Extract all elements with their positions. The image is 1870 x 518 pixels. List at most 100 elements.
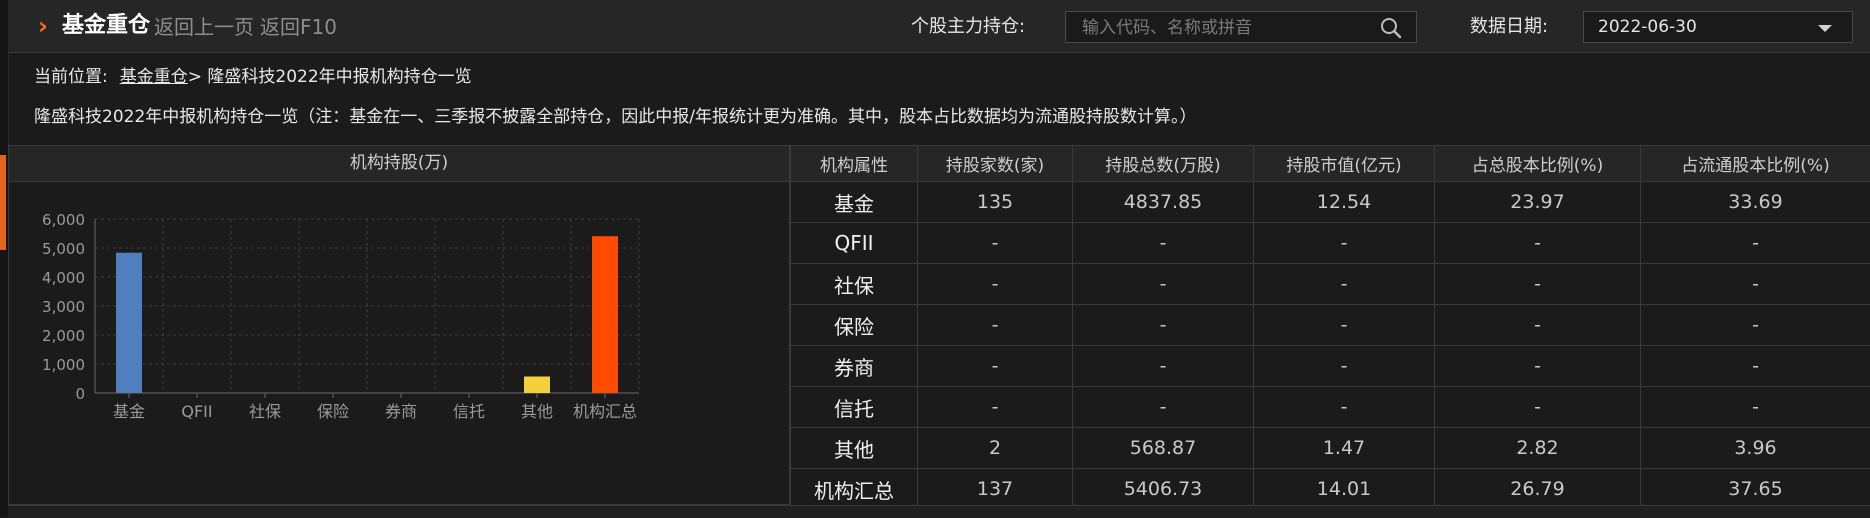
stock-search-box[interactable] bbox=[1065, 11, 1417, 43]
page-note: 隆盛科技2022年中报机构持仓一览（注：基金在一、三季报不披露全部持仓，因此中报… bbox=[34, 107, 1197, 127]
table-cell: 2.82 bbox=[1435, 428, 1641, 469]
table-cell: - bbox=[1254, 387, 1435, 428]
table-cell: 26.79 bbox=[1435, 469, 1641, 510]
chart-panel-title: 机构持股(万) bbox=[9, 146, 789, 182]
y-tick-label: 5,000 bbox=[42, 240, 85, 258]
column-header: 占流通股本比例(%) bbox=[1641, 146, 1870, 182]
search-icon[interactable] bbox=[1380, 17, 1402, 39]
breadcrumb-link-fund[interactable]: 基金重仓 bbox=[120, 67, 188, 87]
search-input[interactable] bbox=[1066, 12, 1384, 44]
table-cell: - bbox=[1641, 346, 1870, 387]
table-cell: - bbox=[1435, 223, 1641, 264]
table-cell: - bbox=[1073, 264, 1254, 305]
bar bbox=[592, 236, 618, 393]
y-tick-label: 0 bbox=[75, 385, 85, 403]
row-label: 其他 bbox=[791, 428, 918, 469]
row-label: 机构汇总 bbox=[791, 469, 918, 510]
table-cell: - bbox=[1254, 346, 1435, 387]
table-row: 保险 - - - - - bbox=[791, 305, 1870, 346]
table-cell: 137 bbox=[918, 469, 1073, 510]
table-cell: 23.97 bbox=[1435, 182, 1641, 223]
table-cell: - bbox=[1641, 305, 1870, 346]
row-label: QFII bbox=[791, 223, 918, 264]
row-label: 保险 bbox=[791, 305, 918, 346]
date-select[interactable]: 2022-06-30 bbox=[1583, 11, 1853, 43]
table-cell: - bbox=[1435, 346, 1641, 387]
table-cell: - bbox=[1254, 223, 1435, 264]
table-cell: - bbox=[1641, 223, 1870, 264]
y-tick-label: 1,000 bbox=[42, 356, 85, 374]
date-value: 2022-06-30 bbox=[1598, 17, 1697, 37]
table-cell: 4837.85 bbox=[1073, 182, 1254, 223]
table-cell: - bbox=[1254, 264, 1435, 305]
table-row: 社保 - - - - - bbox=[791, 264, 1870, 305]
table-cell: - bbox=[1641, 387, 1870, 428]
y-tick-label: 4,000 bbox=[42, 269, 85, 287]
table-cell: 37.65 bbox=[1641, 469, 1870, 510]
table-cell: - bbox=[1073, 346, 1254, 387]
table-cell: 135 bbox=[918, 182, 1073, 223]
table-row: 其他 2 568.87 1.47 2.82 3.96 bbox=[791, 428, 1870, 469]
table-cell: 12.54 bbox=[1254, 182, 1435, 223]
breadcrumb-separator: > bbox=[188, 67, 202, 87]
x-tick-label: QFII bbox=[181, 402, 212, 421]
table-cell: - bbox=[1435, 264, 1641, 305]
table-cell: - bbox=[918, 223, 1073, 264]
row-label: 信托 bbox=[791, 387, 918, 428]
bottom-bar bbox=[8, 505, 1870, 518]
table-cell: 1.47 bbox=[1254, 428, 1435, 469]
y-tick-label: 6,000 bbox=[42, 211, 85, 229]
column-header: 占总股本比例(%) bbox=[1435, 146, 1641, 182]
table-row: 券商 - - - - - bbox=[791, 346, 1870, 387]
table-row: 信托 - - - - - bbox=[791, 387, 1870, 428]
column-header: 持股市值(亿元) bbox=[1254, 146, 1435, 182]
chevron-right-icon: › bbox=[38, 14, 48, 38]
table-row: QFII - - - - - bbox=[791, 223, 1870, 264]
table-cell: - bbox=[1254, 305, 1435, 346]
chevron-down-icon[interactable] bbox=[1818, 25, 1832, 32]
table-cell: - bbox=[1435, 387, 1641, 428]
column-header: 机构属性 bbox=[791, 146, 918, 182]
table-cell: - bbox=[1641, 264, 1870, 305]
holdings-table: 机构属性 持股家数(家) 持股总数(万股) 持股市值(亿元) 占总股本比例(%)… bbox=[790, 145, 1870, 510]
x-tick-label: 信托 bbox=[453, 402, 485, 421]
row-label: 券商 bbox=[791, 346, 918, 387]
table-cell: 2 bbox=[918, 428, 1073, 469]
left-accent-bar bbox=[0, 155, 6, 250]
stock-holding-label: 个股主力持仓: bbox=[911, 17, 1025, 37]
table-cell: 33.69 bbox=[1641, 182, 1870, 223]
table-cell: - bbox=[918, 346, 1073, 387]
x-tick-label: 机构汇总 bbox=[573, 402, 637, 421]
table-cell: - bbox=[1073, 305, 1254, 346]
column-header: 持股总数(万股) bbox=[1073, 146, 1254, 182]
table-header-row: 机构属性 持股家数(家) 持股总数(万股) 持股市值(亿元) 占总股本比例(%)… bbox=[791, 146, 1870, 182]
page-title: 基金重仓 bbox=[62, 14, 150, 38]
table-cell: - bbox=[918, 264, 1073, 305]
breadcrumb-prefix: 当前位置: bbox=[34, 67, 108, 87]
table-cell: 3.96 bbox=[1641, 428, 1870, 469]
x-tick-label: 其他 bbox=[521, 402, 553, 421]
table-row: 基金 135 4837.85 12.54 23.97 33.69 bbox=[791, 182, 1870, 223]
breadcrumb-current: 隆盛科技2022年中报机构持仓一览 bbox=[207, 67, 471, 87]
y-tick-label: 2,000 bbox=[42, 327, 85, 345]
table-cell: - bbox=[1073, 223, 1254, 264]
y-tick-label: 3,000 bbox=[42, 298, 85, 316]
column-header: 持股家数(家) bbox=[918, 146, 1073, 182]
table-cell: - bbox=[1435, 305, 1641, 346]
table-cell: - bbox=[918, 387, 1073, 428]
x-tick-label: 保险 bbox=[317, 402, 349, 421]
row-label: 社保 bbox=[791, 264, 918, 305]
table-row: 机构汇总 137 5406.73 14.01 26.79 37.65 bbox=[791, 469, 1870, 510]
back-f10-link[interactable]: 返回F10 bbox=[260, 16, 337, 38]
row-label: 基金 bbox=[791, 182, 918, 223]
table-cell: 5406.73 bbox=[1073, 469, 1254, 510]
bar bbox=[116, 253, 142, 393]
bar bbox=[524, 377, 550, 393]
x-tick-label: 社保 bbox=[249, 402, 281, 421]
breadcrumb: 当前位置: 基金重仓> 隆盛科技2022年中报机构持仓一览 bbox=[34, 67, 472, 87]
table-cell: 568.87 bbox=[1073, 428, 1254, 469]
back-prev-link[interactable]: 返回上一页 bbox=[154, 16, 254, 38]
x-tick-label: 券商 bbox=[385, 402, 417, 421]
x-tick-label: 基金 bbox=[113, 402, 145, 421]
table-cell: 14.01 bbox=[1254, 469, 1435, 510]
